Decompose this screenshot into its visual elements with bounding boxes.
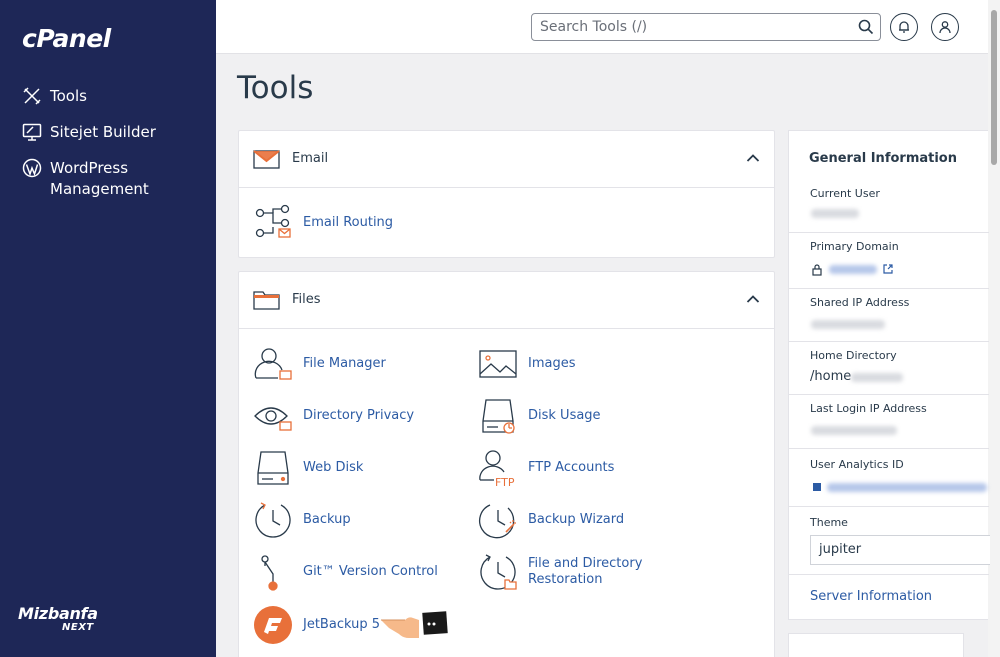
search-input[interactable] xyxy=(531,13,881,41)
info-divider xyxy=(789,574,989,575)
tools-icon xyxy=(22,86,42,106)
current-user-label: Current User xyxy=(810,187,880,200)
image-icon xyxy=(478,344,518,384)
tool-email-routing[interactable]: Email Routing xyxy=(253,203,393,243)
pointing-hand-icon xyxy=(379,608,449,640)
bell-icon xyxy=(899,21,909,33)
sidebar-item-sitejet[interactable]: Sitejet Builder xyxy=(22,122,156,143)
info-divider xyxy=(789,341,989,342)
folder-icon xyxy=(253,291,280,310)
user-analytics-id-label: User Analytics ID xyxy=(810,458,904,471)
tool-label: Disk Usage xyxy=(528,408,601,423)
tool-label: Email Routing xyxy=(303,215,394,230)
page-title: Tools xyxy=(237,70,314,106)
primary-domain-value-redacted[interactable] xyxy=(829,265,877,274)
tool-label: File and Directory Restoration xyxy=(528,556,643,587)
tool-jetbackup[interactable]: JetBackup 5 xyxy=(253,605,380,645)
tool-label: Backup xyxy=(303,512,351,527)
email-section-header[interactable]: Email xyxy=(239,131,774,188)
sidebar-item-label: Tools xyxy=(50,87,87,105)
last-login-ip-value-redacted xyxy=(811,426,897,435)
info-divider xyxy=(789,448,989,449)
git-branch-icon xyxy=(253,552,293,592)
tool-backup-wizard[interactable]: Backup Wizard xyxy=(478,500,624,540)
home-directory-user-redacted xyxy=(851,373,903,382)
tool-label: Web Disk xyxy=(303,460,364,475)
sidebar-item-label: WordPress Management xyxy=(50,159,149,198)
tool-disk-usage[interactable]: Disk Usage xyxy=(478,396,601,436)
user-menu-button[interactable] xyxy=(931,13,959,41)
jetbackup-logo-icon xyxy=(253,605,293,645)
tool-images[interactable]: Images xyxy=(478,344,576,384)
ftp-user-icon: FTP xyxy=(478,448,518,488)
secondary-info-panel xyxy=(788,633,964,657)
tool-label: JetBackup 5 xyxy=(303,617,380,632)
disk-icon xyxy=(253,448,293,488)
email-section: Email Email Routing xyxy=(238,130,775,258)
header xyxy=(216,0,988,54)
backup-clock-icon xyxy=(253,500,293,540)
tool-directory-privacy[interactable]: Directory Privacy xyxy=(253,396,414,436)
info-divider xyxy=(789,232,989,233)
general-information-panel: General Information Current User Primary… xyxy=(788,130,990,620)
wordpress-icon xyxy=(22,158,42,178)
info-divider xyxy=(789,288,989,289)
chevron-up-icon[interactable] xyxy=(746,153,760,163)
tool-backup[interactable]: Backup xyxy=(253,500,351,540)
files-section-header[interactable]: Files xyxy=(239,272,774,329)
general-information-title: General Information xyxy=(809,151,957,166)
notifications-button[interactable] xyxy=(890,13,918,41)
user-icon xyxy=(939,21,951,34)
shared-ip-label: Shared IP Address xyxy=(810,296,910,309)
routing-icon xyxy=(253,203,293,243)
restore-clock-icon xyxy=(478,552,518,592)
tool-file-manager[interactable]: File Manager xyxy=(253,344,386,384)
theme-select[interactable]: jupiter xyxy=(810,535,990,565)
sidebar-item-label: Sitejet Builder xyxy=(50,123,156,141)
tool-label: File Manager xyxy=(303,356,386,371)
sidebar: cPanel Tools Sitejet Builder WordPress M… xyxy=(0,0,216,657)
user-analytics-id-value-redacted xyxy=(827,483,987,492)
backup-wizard-icon xyxy=(478,500,518,540)
tool-git-version-control[interactable]: Git™ Version Control xyxy=(253,552,438,592)
copy-icon[interactable] xyxy=(813,483,821,491)
info-divider xyxy=(789,394,989,395)
chevron-up-icon[interactable] xyxy=(746,294,760,304)
external-link-icon[interactable] xyxy=(883,264,893,274)
tool-label: Images xyxy=(528,356,576,371)
theme-label: Theme xyxy=(810,516,848,529)
home-directory-label: Home Directory xyxy=(810,349,897,362)
current-user-value-redacted xyxy=(811,209,859,218)
mizbanfa-watermark: Mizbanfa NEXT xyxy=(18,604,98,633)
envelope-icon xyxy=(253,150,280,169)
tool-label: Directory Privacy xyxy=(303,408,415,423)
tool-label: Git™ Version Control xyxy=(303,564,438,579)
sidebar-item-tools[interactable]: Tools xyxy=(22,86,87,107)
tool-ftp-accounts[interactable]: FTP FTP Accounts xyxy=(478,448,614,488)
tool-file-directory-restoration[interactable]: File and Directory Restoration xyxy=(478,552,642,592)
email-section-title: Email xyxy=(292,151,329,166)
info-divider xyxy=(789,506,989,507)
search-icon[interactable] xyxy=(857,18,875,36)
server-information-link[interactable]: Server Information xyxy=(810,589,932,604)
disk-usage-icon xyxy=(478,396,518,436)
monitor-icon xyxy=(22,122,42,142)
tool-web-disk[interactable]: Web Disk xyxy=(253,448,363,488)
files-section: Files File Manager Directory Privacy Web… xyxy=(238,271,775,657)
sidebar-item-wordpress[interactable]: WordPress Management xyxy=(22,158,149,200)
cpanel-logo[interactable]: cPanel xyxy=(22,24,111,53)
tool-label: Backup Wizard xyxy=(528,512,625,527)
file-manager-icon xyxy=(253,344,293,384)
home-directory-value: /home xyxy=(810,369,852,384)
tool-label: FTP Accounts xyxy=(528,460,615,475)
lock-icon xyxy=(812,264,822,276)
scroll-thumb[interactable] xyxy=(991,10,997,165)
primary-domain-label: Primary Domain xyxy=(810,240,899,253)
eye-icon xyxy=(253,396,293,436)
files-section-title: Files xyxy=(292,292,321,307)
shared-ip-value-redacted xyxy=(811,320,885,329)
last-login-ip-label: Last Login IP Address xyxy=(810,402,927,415)
svg-text:FTP: FTP xyxy=(495,476,515,488)
